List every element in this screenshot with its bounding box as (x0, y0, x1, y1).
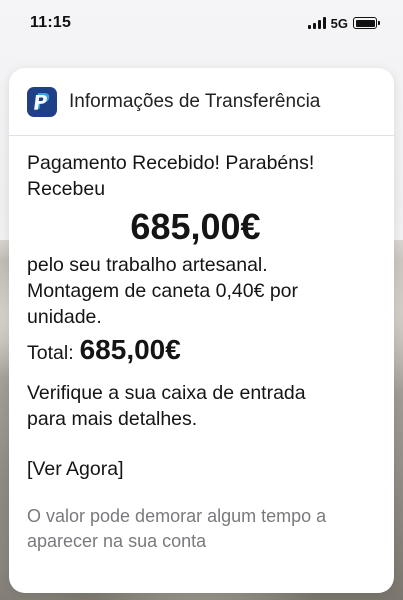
message-line: Pagamento Recebido! Parabéns! (27, 152, 315, 174)
details-line: Verifique a sua caixa de entrada (27, 382, 306, 404)
status-bar: 11:15 5G (0, 0, 403, 46)
view-now-link[interactable]: [Ver Agora] (27, 456, 376, 482)
footnote-line: O valor pode demorar algum tempo a (27, 506, 327, 526)
notification-header: Informações de Transferência (9, 68, 394, 136)
message-line: Recebeu (27, 178, 106, 200)
battery-icon (353, 17, 380, 29)
message-line: unidade. (27, 306, 102, 328)
notification-body: Pagamento Recebido! Parabéns! Recebeu 68… (9, 136, 394, 554)
message-line: Montagem de caneta 0,40€ por (27, 280, 299, 302)
details-line: para mais detalhes. (27, 408, 198, 430)
total-row: Total: 685,00€ (27, 334, 376, 366)
received-amount: 685,00€ (130, 206, 261, 247)
network-label: 5G (330, 15, 348, 31)
status-time: 11:15 (30, 14, 72, 31)
footnote-line: aparecer na sua conta (27, 531, 207, 551)
notification-card[interactable]: Informações de Transferência Pagamento R… (9, 68, 394, 593)
notification-title: Informações de Transferência (69, 90, 321, 112)
total-value: 685,00€ (79, 334, 181, 365)
status-icons: 5G (307, 15, 380, 31)
paypal-icon (27, 86, 57, 117)
total-label: Total: (27, 342, 74, 364)
message-line: pelo seu trabalho artesanal. (27, 254, 268, 276)
signal-icon (307, 17, 326, 29)
